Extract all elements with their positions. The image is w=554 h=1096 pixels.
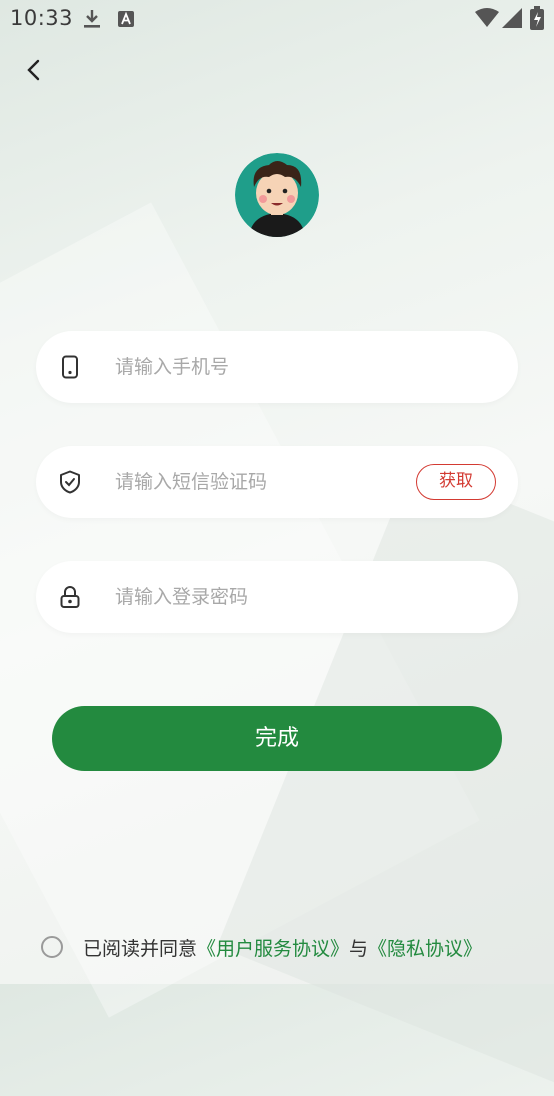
agreement-row: 已阅读并同意 《用户服务协议》 与 《隐私协议》 bbox=[41, 932, 482, 962]
agreement-prefix: 已阅读并同意 bbox=[83, 937, 198, 960]
avatar-boy-icon bbox=[235, 153, 319, 237]
privacy-link[interactable]: 《隐私协议》 bbox=[368, 934, 482, 961]
wifi-icon bbox=[475, 8, 499, 27]
status-bar: 10:33 bbox=[0, 0, 554, 38]
signal-icon bbox=[502, 8, 522, 28]
phone-icon bbox=[62, 355, 78, 379]
submit-button[interactable]: 完成 bbox=[52, 706, 502, 771]
agreement-checkbox[interactable] bbox=[41, 936, 63, 958]
get-code-button[interactable]: 获取 bbox=[416, 464, 496, 500]
lock-icon bbox=[60, 586, 80, 608]
agreement-connector: 与 bbox=[349, 937, 369, 960]
password-field[interactable]: 请输入登录密码 bbox=[36, 561, 518, 633]
password-input[interactable]: 请输入登录密码 bbox=[115, 585, 248, 609]
battery-charging-icon bbox=[530, 6, 544, 30]
sms-code-field[interactable]: 请输入短信验证码 获取 bbox=[36, 446, 518, 518]
avatar bbox=[235, 153, 319, 237]
phone-input[interactable]: 请输入手机号 bbox=[115, 355, 229, 379]
sms-code-input[interactable]: 请输入短信验证码 bbox=[115, 470, 267, 494]
notification-icon bbox=[118, 11, 134, 27]
phone-field[interactable]: 请输入手机号 bbox=[36, 331, 518, 403]
status-time: 10:33 bbox=[10, 6, 74, 30]
user-agreement-link[interactable]: 《用户服务协议》 bbox=[197, 934, 349, 961]
back-icon[interactable] bbox=[16, 52, 52, 88]
download-icon bbox=[84, 10, 100, 28]
shield-check-icon bbox=[60, 470, 80, 494]
